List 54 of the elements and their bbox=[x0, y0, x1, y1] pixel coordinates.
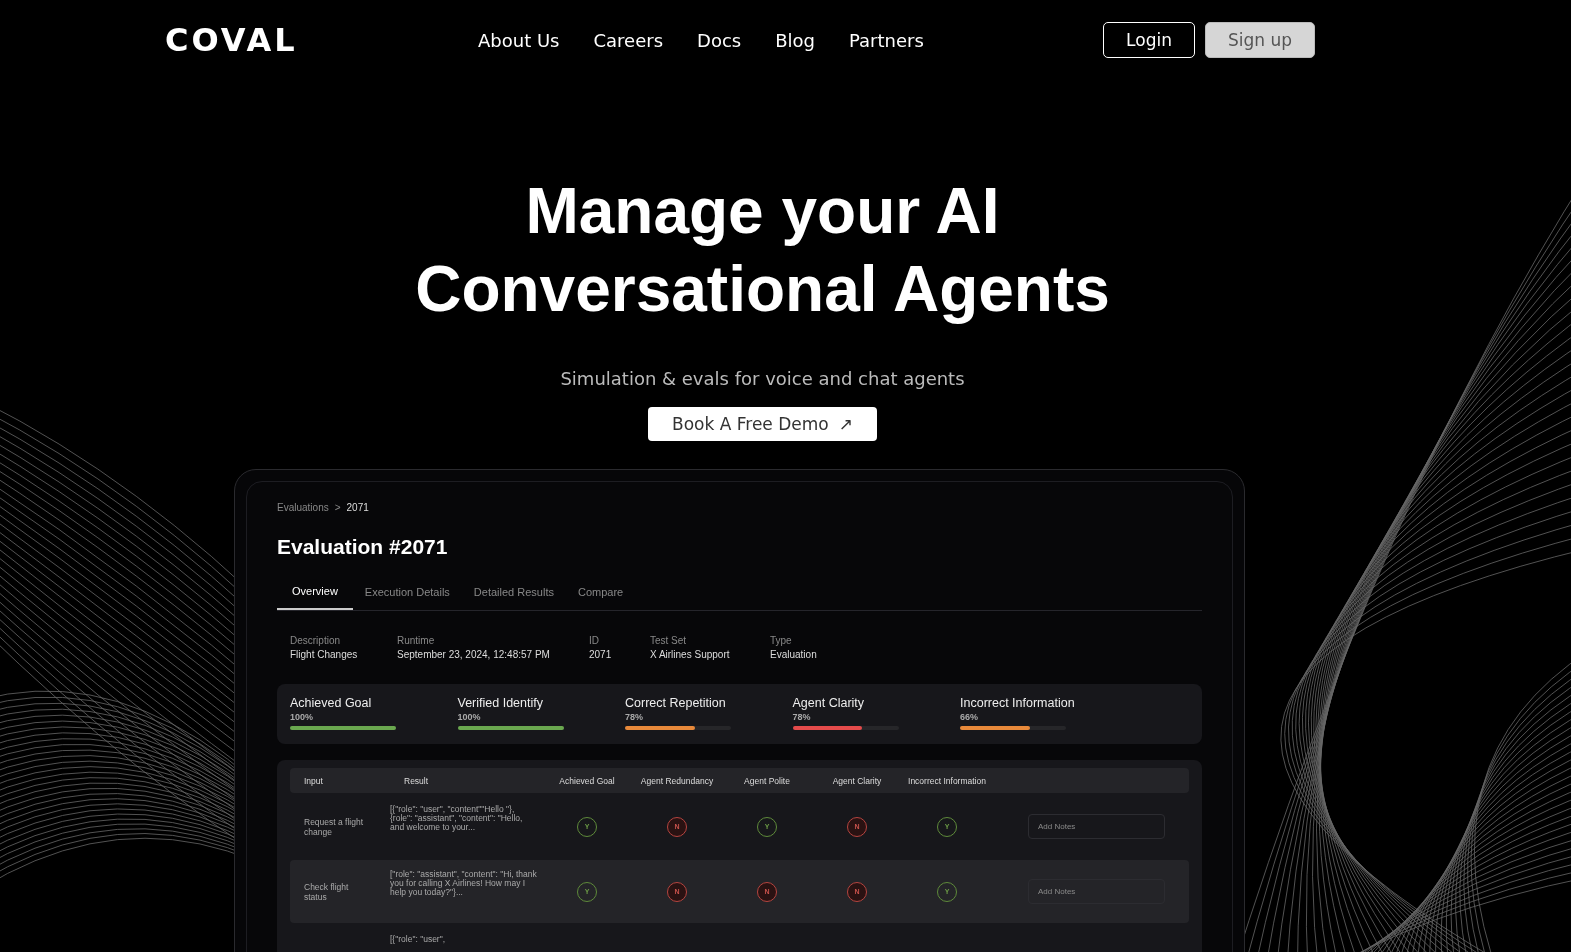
info-label: Description bbox=[290, 635, 342, 646]
breadcrumb-item: 2071 bbox=[346, 502, 369, 513]
metric-name: Incorrect Information bbox=[960, 696, 1076, 710]
logo[interactable]: COVAL bbox=[165, 21, 478, 59]
info-label: Test Set bbox=[650, 635, 688, 646]
metric-reading: 78% bbox=[792, 712, 812, 722]
tab[interactable]: Detailed Results bbox=[461, 585, 566, 610]
nav-link[interactable]: About Us bbox=[478, 29, 560, 51]
breadcrumb-item: > bbox=[334, 502, 341, 513]
notes-field[interactable]: Add Notes bbox=[1028, 879, 1165, 904]
result-cell-text: [{"role": "user", bbox=[390, 935, 447, 944]
signup-button[interactable]: Sign up bbox=[1204, 22, 1315, 58]
metric-reading: 66% bbox=[960, 712, 979, 722]
nav-link[interactable]: Docs bbox=[697, 29, 742, 51]
nav-link[interactable]: Blog bbox=[775, 29, 815, 51]
book-demo-button[interactable]: Book A Free Demo ↗ bbox=[648, 407, 877, 441]
column-header: Result bbox=[403, 775, 430, 786]
input-cell: Request a flight change bbox=[304, 816, 364, 837]
metric-name: Achieved Goal bbox=[290, 696, 373, 710]
column-header: Agent Polite bbox=[743, 775, 791, 786]
tab[interactable]: Execution Details bbox=[352, 585, 462, 610]
metric-reading: 100% bbox=[290, 712, 315, 722]
hero-heading: Conversational Agents bbox=[415, 252, 1110, 327]
result-cell-text: ["role": "assistant", "content": "Hi, thank you for calling X Airlines! How may I help you today?"}... bbox=[390, 870, 538, 897]
info-value: 2071 bbox=[589, 649, 613, 660]
metric-reading: 100% bbox=[457, 712, 482, 722]
column-header: Agent Clarity bbox=[831, 775, 883, 786]
metric-name: Verified Identify bbox=[457, 696, 544, 710]
notes-field[interactable]: Add Notes bbox=[1028, 814, 1165, 839]
column-header: Agent Redundancy bbox=[639, 775, 715, 786]
metric-name: Agent Clarity bbox=[792, 696, 866, 710]
hero-subtitle: Simulation & evals for voice and chat agents bbox=[560, 368, 965, 389]
info-value: Flight Changes bbox=[290, 649, 359, 660]
breadcrumb-item[interactable]: Evaluations bbox=[277, 502, 329, 513]
hero-heading: Manage your AI bbox=[524, 174, 1001, 249]
evaluation-title: Evaluation #2071 bbox=[277, 535, 449, 559]
info-value: X Airlines Support bbox=[650, 649, 731, 660]
info-label: Type bbox=[770, 635, 793, 646]
column-header: Achieved Goal bbox=[558, 775, 616, 786]
input-cell: Check flight status bbox=[304, 881, 349, 902]
metric-reading: 78% bbox=[625, 712, 644, 722]
info-value: September 23, 2024, 12:48:57 PM bbox=[397, 649, 551, 660]
info-label: ID bbox=[589, 635, 600, 646]
nav-link[interactable]: Partners bbox=[849, 29, 924, 51]
tab[interactable]: Overview bbox=[277, 585, 353, 610]
info-value: Evaluation bbox=[770, 649, 818, 660]
info-label: Runtime bbox=[397, 635, 436, 646]
column-header: Incorrect Information bbox=[907, 775, 987, 786]
result-cell-text: [{"role": "user", "content""Hello "}, {role": "assistant", "content": "Hello, and welcome to your... bbox=[390, 805, 524, 832]
tab[interactable]: Compare bbox=[565, 585, 636, 610]
metric-name: Correct Repetition bbox=[625, 696, 727, 710]
column-header: Input bbox=[303, 775, 324, 786]
login-button[interactable]: Login bbox=[1103, 22, 1195, 58]
nav-link[interactable]: Careers bbox=[593, 29, 664, 51]
